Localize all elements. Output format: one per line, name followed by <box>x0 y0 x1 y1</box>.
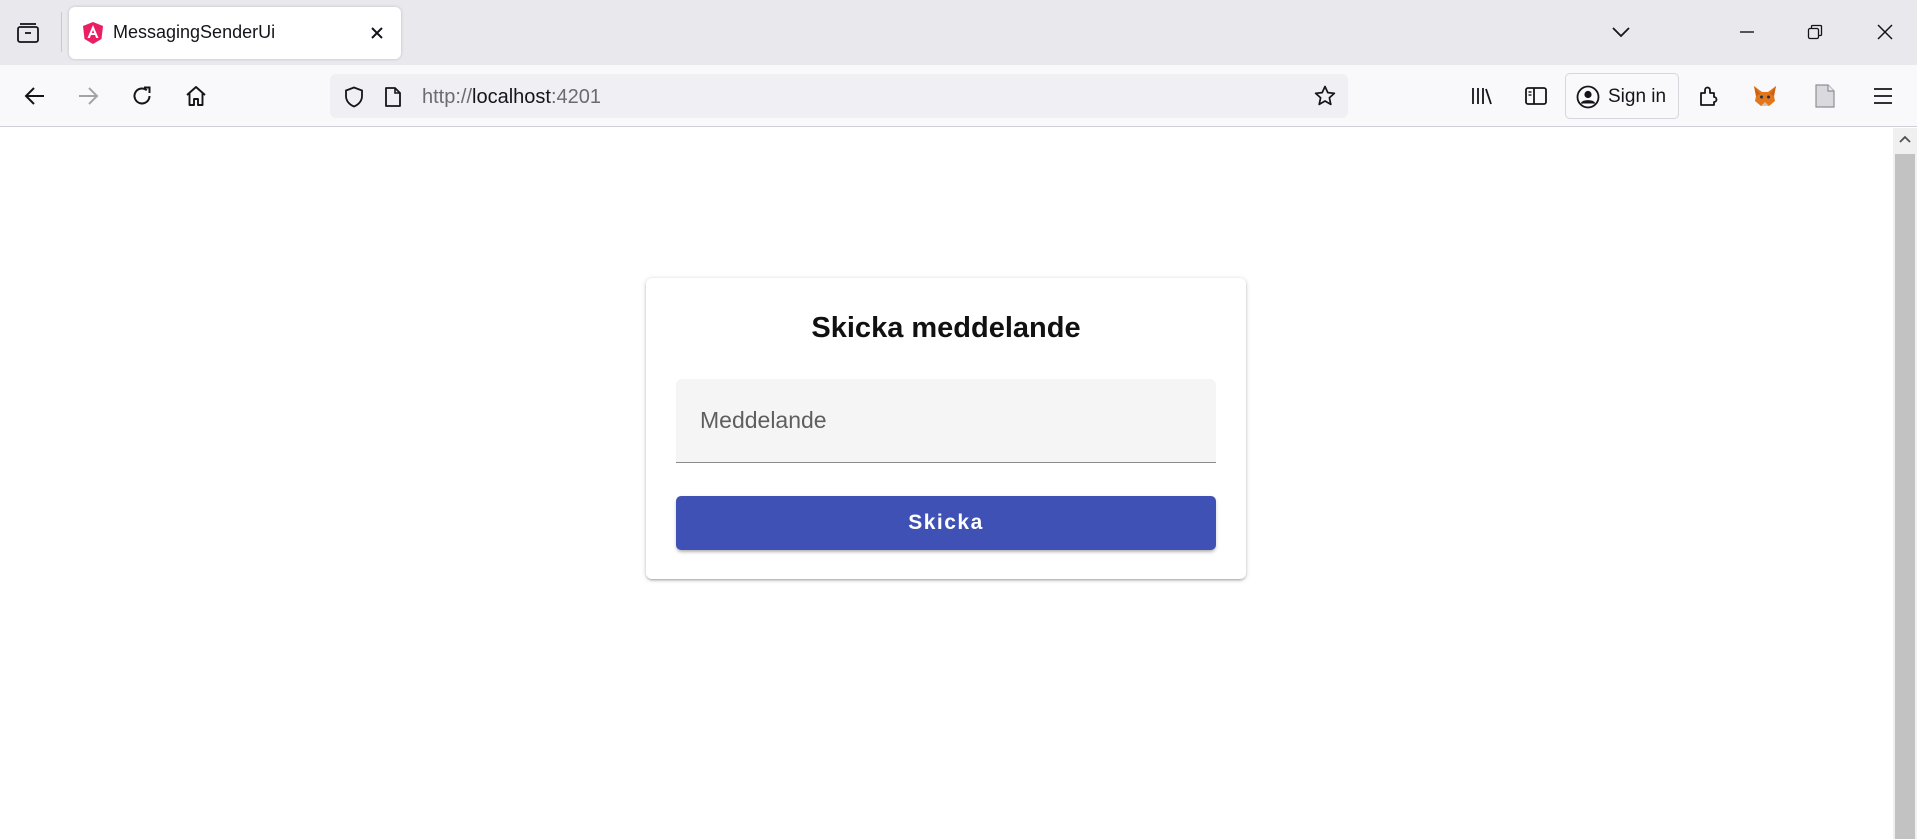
sidebar-icon[interactable] <box>1517 77 1555 115</box>
page-icon[interactable] <box>380 83 406 111</box>
vertical-scrollbar[interactable] <box>1893 128 1917 839</box>
document-icon[interactable] <box>1806 77 1844 115</box>
restore-icon[interactable] <box>1795 14 1835 50</box>
url-scheme: http:// <box>422 86 473 108</box>
message-card: Skicka meddelande Skicka <box>646 278 1246 579</box>
active-tab[interactable]: MessagingSenderUi <box>69 7 401 59</box>
url-text[interactable]: http://localhost:4201 <box>422 86 601 109</box>
home-icon[interactable] <box>177 77 215 115</box>
shield-icon[interactable] <box>340 83 368 111</box>
account-icon <box>1576 85 1600 109</box>
sign-in-label: Sign in <box>1608 86 1667 107</box>
forward-arrow-icon <box>69 77 107 115</box>
message-field[interactable] <box>676 379 1216 463</box>
sign-in-button[interactable]: Sign in <box>1565 73 1679 119</box>
close-window-icon[interactable] <box>1865 14 1905 50</box>
navigation-toolbar: http://localhost:4201 Sign in <box>0 65 1917 127</box>
tab-separator <box>61 12 62 52</box>
angular-logo-icon <box>81 21 105 45</box>
star-icon[interactable] <box>1310 81 1340 111</box>
library-icon[interactable] <box>1463 77 1501 115</box>
card-title: Skicka meddelande <box>811 312 1081 344</box>
url-host: localhost <box>472 86 551 108</box>
scroll-up-icon[interactable] <box>1893 128 1917 150</box>
address-bar[interactable]: http://localhost:4201 <box>330 74 1348 118</box>
tab-strip: MessagingSenderUi <box>0 0 1917 65</box>
scrollbar-thumb[interactable] <box>1895 154 1915 839</box>
back-arrow-icon[interactable] <box>16 77 54 115</box>
puzzle-icon[interactable] <box>1690 77 1728 115</box>
message-input[interactable] <box>676 379 1216 462</box>
url-port: :4201 <box>550 86 602 108</box>
send-button[interactable]: Skicka <box>676 496 1216 550</box>
reload-icon[interactable] <box>123 77 161 115</box>
chevron-down-icon[interactable] <box>1601 14 1641 50</box>
page-content: Skicka meddelande Skicka <box>0 128 1893 839</box>
tab-title: MessagingSenderUi <box>113 22 276 42</box>
hamburger-menu-icon[interactable] <box>1864 77 1902 115</box>
tab-list-icon[interactable] <box>10 17 46 49</box>
minimize-icon[interactable] <box>1727 14 1767 50</box>
fox-icon[interactable] <box>1746 77 1784 115</box>
close-icon[interactable] <box>363 19 391 47</box>
